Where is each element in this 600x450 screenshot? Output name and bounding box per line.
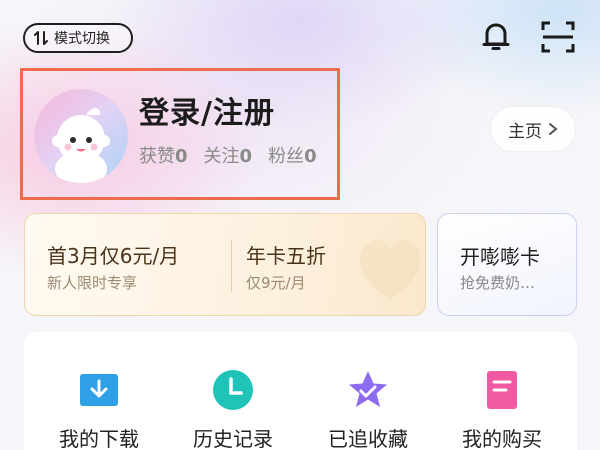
shortcut-downloads-label: 我的下载 bbox=[59, 427, 139, 450]
vip-offer-card[interactable]: 首3月仅6元/月 新人限时专享 年卡五折 仅9元/月 bbox=[24, 213, 426, 316]
shortcut-favorites-label: 已追收藏 bbox=[328, 427, 408, 450]
stat-likes[interactable]: 获赞0 bbox=[139, 142, 188, 168]
offer-divider bbox=[231, 240, 232, 292]
shortcut-purchases[interactable]: 我的购买 bbox=[433, 332, 571, 450]
download-icon bbox=[80, 374, 118, 406]
shortcut-downloads[interactable]: 我的下载 bbox=[30, 332, 168, 450]
offer-annual-title: 年卡五折 bbox=[246, 244, 326, 268]
stat-fans[interactable]: 粉丝0 bbox=[268, 142, 317, 168]
mode-switch-button[interactable]: 模式切换 bbox=[23, 23, 133, 53]
home-page-label: 主页 bbox=[508, 121, 542, 142]
login-register-link[interactable]: 登录/注册 bbox=[139, 88, 275, 132]
shortcut-history[interactable]: 历史记录 bbox=[164, 332, 302, 450]
chevron-right-icon bbox=[549, 123, 558, 135]
default-avatar-icon bbox=[34, 89, 128, 183]
shortcut-favorites[interactable]: 已追收藏 bbox=[299, 332, 437, 450]
offer-monthly-subtitle: 新人限时专享 bbox=[47, 274, 138, 292]
home-page-button[interactable]: 主页 bbox=[490, 106, 576, 152]
bell-icon[interactable] bbox=[478, 18, 514, 54]
heart-decoration-icon bbox=[359, 239, 421, 300]
pengpeng-card-subtitle: 抢免费奶… bbox=[460, 274, 536, 292]
purchase-doc-icon bbox=[487, 371, 517, 409]
scan-icon[interactable] bbox=[540, 20, 576, 54]
shortcut-purchases-label: 我的购买 bbox=[462, 427, 542, 450]
shortcut-history-label: 历史记录 bbox=[193, 427, 273, 450]
avatar[interactable] bbox=[34, 89, 128, 183]
stat-following[interactable]: 关注0 bbox=[204, 142, 253, 168]
star-icon bbox=[349, 371, 387, 407]
clock-icon bbox=[213, 370, 253, 410]
pengpeng-card[interactable]: 开嘭嘭卡 抢免费奶… bbox=[437, 213, 577, 316]
switch-arrows-icon bbox=[34, 31, 48, 45]
mode-switch-label: 模式切换 bbox=[54, 31, 110, 47]
offer-annual-subtitle: 仅9元/月 bbox=[246, 274, 306, 292]
offer-monthly-title: 首3月仅6元/月 bbox=[47, 244, 180, 268]
shortcut-panel: 我的下载 历史记录 已追收藏 我的购买 bbox=[24, 332, 577, 450]
profile-stats: 获赞0 关注0 粉丝0 bbox=[139, 142, 335, 170]
pengpeng-card-title: 开嘭嘭卡 bbox=[460, 245, 540, 269]
